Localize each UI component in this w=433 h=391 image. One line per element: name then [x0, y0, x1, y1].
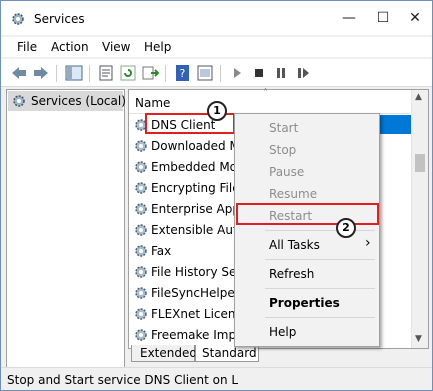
- step-badge-2: 2: [336, 218, 356, 238]
- toolbar-separator: [89, 65, 90, 82]
- service-row[interactable]: FLEXnet Licensin: [131, 304, 251, 325]
- tree-item-label: Services (Local): [31, 94, 126, 108]
- service-gear-icon: [135, 308, 147, 320]
- vertical-scrollbar[interactable]: ▲ ▼: [411, 90, 428, 348]
- tree-pane: Services (Local): [6, 89, 126, 371]
- service-row[interactable]: Encrypting File S: [131, 178, 251, 199]
- service-gear-icon: [135, 287, 147, 299]
- services-gear-icon: [13, 95, 25, 107]
- svg-text:?: ?: [180, 67, 186, 80]
- menu-item-pause[interactable]: Pause: [269, 165, 304, 179]
- service-gear-icon: [135, 182, 147, 194]
- menu-item-resume[interactable]: Resume: [269, 187, 317, 201]
- scroll-up-icon[interactable]: ▲: [415, 92, 422, 102]
- menu-item-stop[interactable]: Stop: [269, 143, 296, 157]
- services-gear-icon: [12, 13, 24, 25]
- service-row[interactable]: Enterprise App M: [131, 199, 251, 220]
- menu-help[interactable]: Help: [144, 40, 171, 54]
- context-menu: Start Stop Pause Resume Restart All Task…: [234, 113, 380, 347]
- service-row[interactable]: Freemake Impro: [131, 325, 251, 346]
- service-row[interactable]: FileSyncHelper: [131, 283, 251, 304]
- restart-service-icon[interactable]: [294, 64, 312, 82]
- menu-file[interactable]: File: [17, 40, 37, 54]
- scroll-down-icon[interactable]: ▼: [415, 334, 422, 344]
- tab-standard-label: Standard: [202, 346, 257, 360]
- step-badge-1: 1: [207, 101, 227, 121]
- service-row[interactable]: Downloaded Ma: [131, 136, 251, 157]
- menu-bar: File Action View Help: [1, 37, 432, 57]
- stop-service-icon[interactable]: [250, 64, 268, 82]
- maximize-button[interactable]: ☐: [366, 7, 400, 29]
- menu-action[interactable]: Action: [51, 40, 89, 54]
- service-row[interactable]: Extensible Auth: [131, 220, 251, 241]
- service-gear-icon: [135, 161, 147, 173]
- view-tabs: Extended Standard: [129, 345, 429, 363]
- help-icon[interactable]: ?: [174, 64, 192, 82]
- service-row[interactable]: Embedded Mod: [131, 157, 251, 178]
- minimize-button[interactable]: —: [332, 7, 366, 29]
- sort-chevron-icon: ˄: [263, 88, 268, 99]
- column-header-label: Name: [135, 96, 171, 110]
- service-gear-icon: [135, 329, 147, 341]
- close-button[interactable]: ✕: [398, 7, 432, 29]
- menu-item-restart[interactable]: Restart: [269, 209, 312, 223]
- title-bar: Services — ☐ ✕: [1, 1, 432, 35]
- menu-item-refresh[interactable]: Refresh: [269, 267, 314, 281]
- menu-view[interactable]: View: [102, 40, 130, 54]
- column-header-name[interactable]: Name ˄: [129, 88, 409, 114]
- back-arrow-icon[interactable]: [10, 64, 28, 82]
- service-row[interactable]: Fax: [131, 241, 251, 262]
- start-service-icon[interactable]: [228, 64, 246, 82]
- toolbar-separator: [56, 65, 57, 82]
- forward-arrow-icon[interactable]: [32, 64, 50, 82]
- properties-sheet-icon[interactable]: [97, 64, 115, 82]
- status-bar: Stop and Start service DNS Client on L: [1, 367, 432, 390]
- export-list-icon[interactable]: [141, 64, 159, 82]
- show-hide-tree-icon[interactable]: [65, 64, 83, 82]
- tab-extended[interactable]: Extended: [131, 345, 197, 362]
- menu-item-all-tasks[interactable]: All Tasks: [269, 238, 320, 252]
- toolbar-separator: [165, 65, 166, 82]
- view-pane-icon[interactable]: [196, 64, 214, 82]
- submenu-arrow-icon: ›: [365, 235, 371, 251]
- toolbar: ?: [1, 59, 432, 87]
- service-gear-icon: [135, 203, 147, 215]
- menu-separator: [265, 317, 375, 318]
- menu-item-help[interactable]: Help: [269, 325, 296, 339]
- menu-item-properties[interactable]: Properties: [269, 296, 340, 310]
- service-gear-icon: [135, 266, 147, 278]
- service-row[interactable]: File History Serv: [131, 262, 251, 283]
- window-title: Services: [34, 12, 85, 26]
- service-gear-icon: [135, 140, 147, 152]
- menu-item-start[interactable]: Start: [269, 121, 298, 135]
- pause-service-icon[interactable]: [272, 64, 290, 82]
- menu-separator: [265, 230, 375, 231]
- toolbar-separator: [220, 65, 221, 82]
- tree-item-services-local[interactable]: Services (Local): [8, 91, 126, 111]
- status-text: Stop and Start service DNS Client on L: [7, 373, 239, 387]
- menu-separator: [265, 259, 375, 260]
- menu-separator: [265, 288, 375, 289]
- scrollbar-thumb[interactable]: [415, 154, 425, 172]
- tab-extended-label: Extended: [140, 346, 197, 360]
- refresh-icon[interactable]: [119, 64, 137, 82]
- tab-standard[interactable]: Standard: [195, 345, 259, 362]
- service-gear-icon: [135, 245, 147, 257]
- service-gear-icon: [135, 224, 147, 236]
